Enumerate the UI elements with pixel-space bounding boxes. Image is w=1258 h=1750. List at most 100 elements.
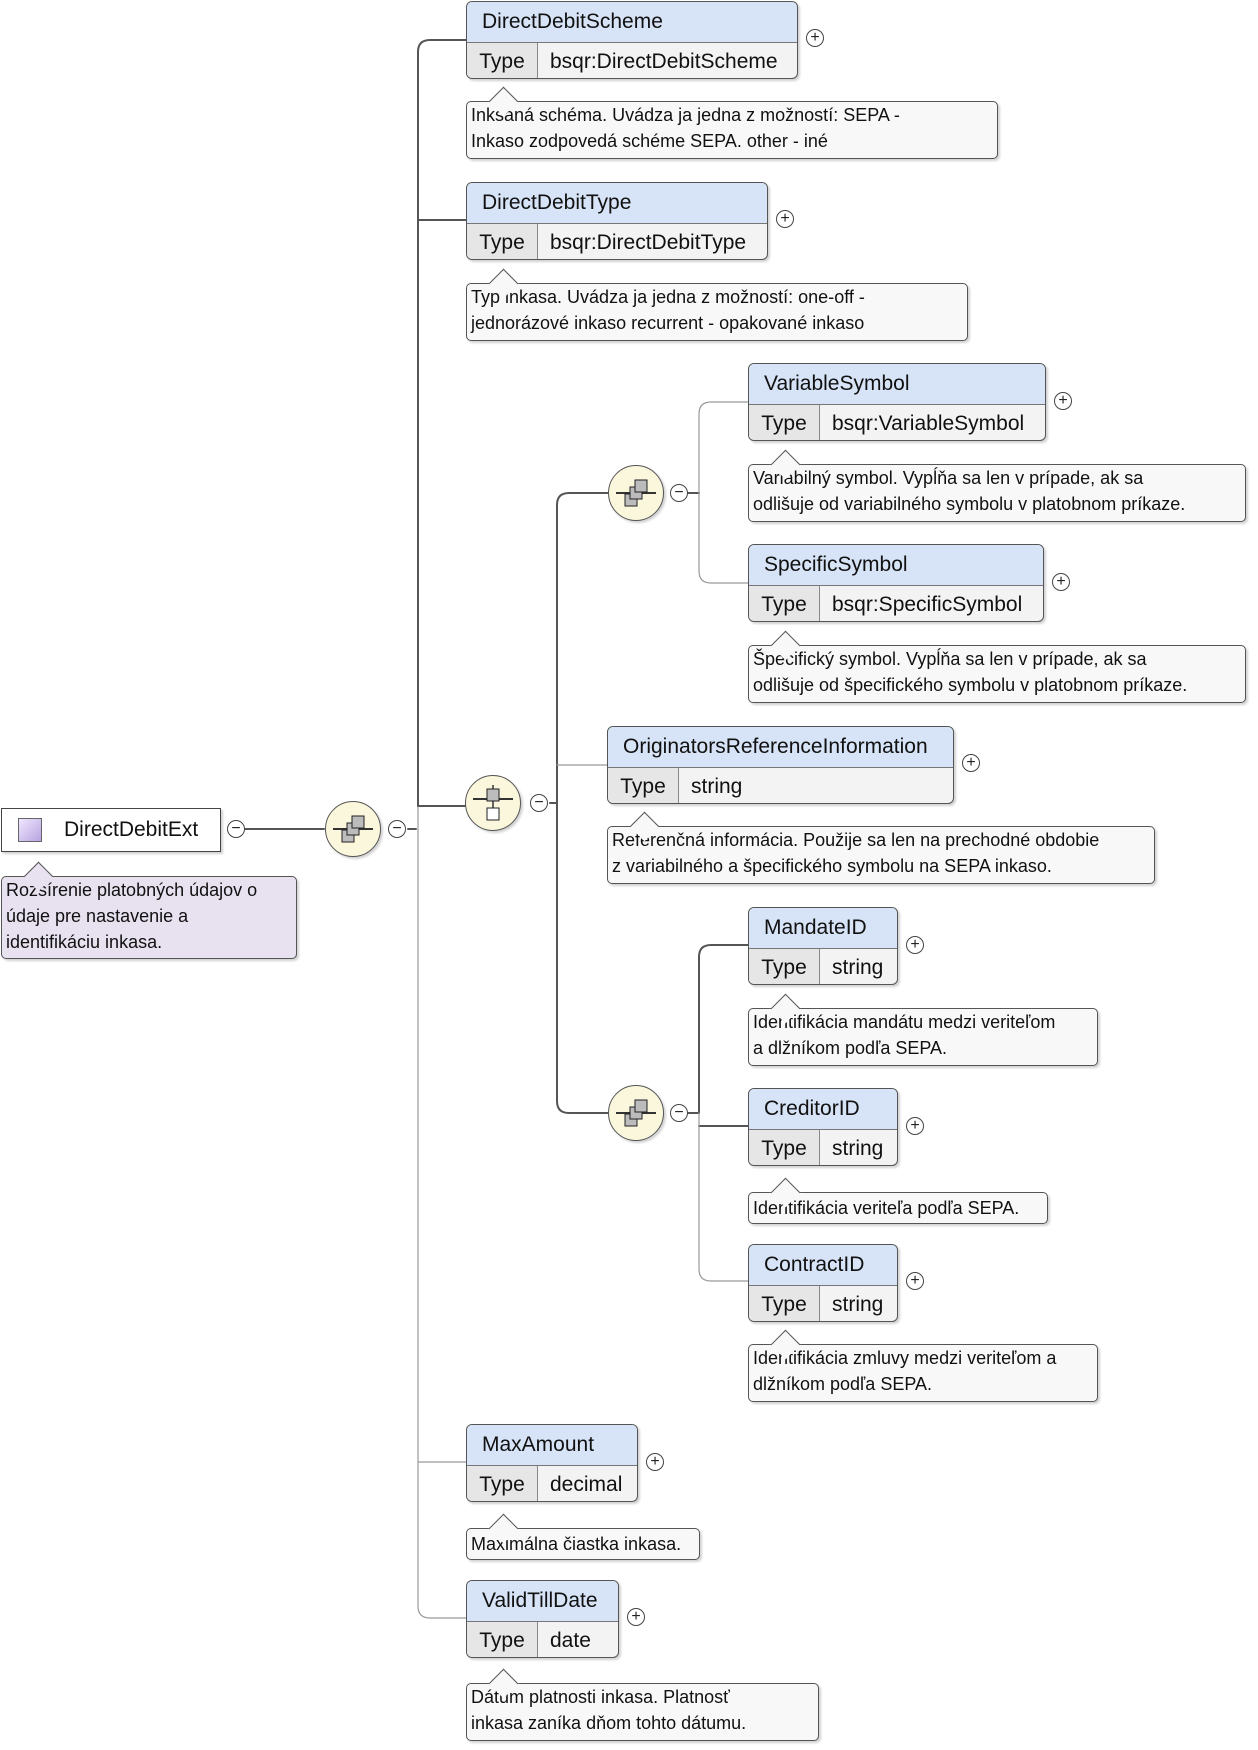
type-row: Type bsqr:DirectDebitType: [467, 224, 767, 259]
type-label: Type: [467, 1466, 538, 1501]
type-row: Type string: [608, 768, 953, 803]
sequence-icon: [616, 1099, 656, 1127]
expand-toggle-mandateid[interactable]: +: [906, 936, 924, 954]
element-validtilldate[interactable]: ValidTillDate Type date: [466, 1580, 619, 1658]
element-variablesymbol[interactable]: VariableSymbol Type bsqr:VariableSymbol: [748, 363, 1046, 441]
element-name: CreditorID: [749, 1089, 897, 1130]
element-name: MaxAmount: [467, 1425, 637, 1466]
type-label: Type: [749, 586, 820, 621]
element-name: DirectDebitType: [467, 183, 767, 224]
expand-toggle-validtilldate[interactable]: +: [627, 1608, 645, 1626]
sequence-icon: [333, 815, 373, 843]
annotation-line: jednorázové inkaso recurrent - opakované…: [471, 313, 865, 333]
collapse-toggle-sequence-sepa[interactable]: −: [670, 1104, 688, 1122]
element-name: SpecificSymbol: [749, 545, 1043, 586]
type-value: string: [691, 775, 743, 798]
element-name: OriginatorsReferenceInformation: [608, 727, 953, 768]
type-value: date: [550, 1629, 591, 1652]
collapse-toggle-choice[interactable]: −: [530, 794, 548, 812]
annotation-line: Inkaso zodpovedá schéme SEPA. other - in…: [471, 131, 828, 151]
type-row: Type bsqr:SpecificSymbol: [749, 586, 1043, 621]
annotation-directdebitscheme: Inksaná schéma. Uvádza ja jedna z možnos…: [466, 86, 998, 159]
annotation-line: Dátum platnosti inkasa. Platnosť: [471, 1687, 730, 1707]
type-label: Type: [749, 949, 820, 984]
expand-toggle-creditorid[interactable]: +: [906, 1117, 924, 1135]
sequence-compositor-sepa[interactable]: [608, 1085, 664, 1141]
type-value: bsqr:DirectDebitType: [550, 231, 747, 254]
annotation-line: Variabilný symbol. Vypĺňa sa len v prípa…: [753, 468, 1144, 488]
type-label: Type: [749, 1286, 820, 1321]
element-directdebittype[interactable]: DirectDebitType Type bsqr:DirectDebitType: [466, 182, 768, 260]
type-value: string: [832, 956, 884, 979]
type-row: Type date: [467, 1622, 618, 1657]
annotation-line: Inksaná schéma. Uvádza ja jedna z možnos…: [471, 105, 900, 125]
root-element-name: DirectDebitExt: [64, 818, 199, 841]
expand-toggle-directdebittype[interactable]: +: [776, 210, 794, 228]
annotation-specificsymbol: Špecifický symbol. Vypĺňa sa len v prípa…: [748, 630, 1246, 703]
element-mandateid[interactable]: MandateID Type string: [748, 907, 898, 985]
type-label: Type: [749, 1130, 820, 1165]
annotation-line: Špecifický symbol. Vypĺňa sa len v prípa…: [753, 649, 1147, 669]
element-contractid[interactable]: ContractID Type string: [748, 1244, 898, 1322]
expand-toggle-originatorsreferenceinformation[interactable]: +: [962, 754, 980, 772]
element-specificsymbol[interactable]: SpecificSymbol Type bsqr:SpecificSymbol: [748, 544, 1044, 622]
choice-icon: [473, 785, 513, 821]
element-maxamount[interactable]: MaxAmount Type decimal: [466, 1424, 638, 1502]
root-annotation: Rozšírenie platobných údajov o údaje pre…: [1, 861, 297, 959]
sequence-compositor-symbols[interactable]: [608, 465, 664, 521]
annotation-line: Identifikácia veriteľa podľa SEPA.: [753, 1198, 1020, 1218]
annotation-contractid: Identifikácia zmluvy medzi veriteľom a d…: [748, 1329, 1098, 1402]
type-label: Type: [467, 224, 538, 259]
expand-toggle-variablesymbol[interactable]: +: [1054, 392, 1072, 410]
annotation-originatorsreferenceinformation: Referenčná informácia. Použije sa len na…: [607, 811, 1155, 884]
type-row: Type string: [749, 949, 897, 984]
element-name: DirectDebitScheme: [467, 2, 797, 43]
annotation-line: údaje pre nastavenie a: [6, 906, 189, 926]
element-directdebitscheme[interactable]: DirectDebitScheme Type bsqr:DirectDebitSc…: [466, 1, 798, 79]
type-value: bsqr:VariableSymbol: [832, 412, 1025, 435]
type-label: Type: [749, 405, 820, 440]
element-name: ContractID: [749, 1245, 897, 1286]
annotation-creditorid: Identifikácia veriteľa podľa SEPA.: [748, 1177, 1048, 1224]
expand-toggle-specificsymbol[interactable]: +: [1052, 573, 1070, 591]
type-value: decimal: [550, 1473, 623, 1496]
annotation-line: identifikáciu inkasa.: [6, 932, 163, 952]
type-row: Type bsqr:DirectDebitScheme: [467, 43, 797, 78]
annotation-line: Identifikácia mandátu medzi veriteľom: [753, 1012, 1056, 1032]
collapse-toggle-root[interactable]: −: [227, 820, 245, 838]
expand-toggle-directdebitscheme[interactable]: +: [806, 29, 824, 47]
type-value: string: [832, 1137, 884, 1160]
annotation-line: dlžníkom podľa SEPA.: [753, 1374, 933, 1394]
annotation-line: Referenčná informácia. Použije sa len na…: [612, 830, 1100, 850]
element-creditorid[interactable]: CreditorID Type string: [748, 1088, 898, 1166]
type-row: Type decimal: [467, 1466, 637, 1501]
type-value: bsqr:SpecificSymbol: [832, 593, 1023, 616]
annotation-variablesymbol: Variabilný symbol. Vypĺňa sa len v prípa…: [748, 449, 1246, 522]
root-element-directdebitext[interactable]: DirectDebitExt: [1, 808, 221, 852]
expand-toggle-contractid[interactable]: +: [906, 1272, 924, 1290]
annotation-validtilldate: Dátum platnosti inkasa. Platnosť inkasa …: [466, 1668, 819, 1741]
sequence-icon: [616, 479, 656, 507]
type-label: Type: [467, 1622, 538, 1657]
element-name: VariableSymbol: [749, 364, 1045, 405]
annotation-line: inkasa zaníka dňom tohto dátumu.: [471, 1713, 747, 1733]
annotation-directdebittype: Typ inkasa. Uvádza ja jedna z možností: …: [466, 268, 968, 341]
schema-diagram: DirectDebitExt − Rozšírenie platobných ú…: [0, 0, 1258, 1750]
type-value: bsqr:DirectDebitScheme: [550, 50, 778, 73]
element-originatorsreferenceinformation[interactable]: OriginatorsReferenceInformation Type stri…: [607, 726, 954, 804]
type-value: string: [832, 1293, 884, 1316]
element-name: ValidTillDate: [467, 1581, 618, 1622]
complex-element-icon: [18, 818, 42, 842]
annotation-maxamount: Maximálna čiastka inkasa.: [466, 1513, 700, 1560]
expand-toggle-maxamount[interactable]: +: [646, 1453, 664, 1471]
collapse-toggle-sequence-symbols[interactable]: −: [670, 484, 688, 502]
annotation-line: a dlžníkom podľa SEPA.: [753, 1038, 948, 1058]
choice-compositor[interactable]: [465, 775, 521, 831]
type-label: Type: [467, 43, 538, 78]
annotation-line: Typ inkasa. Uvádza ja jedna z možností: …: [471, 287, 865, 307]
annotation-line: Identifikácia zmluvy medzi veriteľom a: [753, 1348, 1057, 1368]
sequence-compositor[interactable]: [325, 801, 381, 857]
annotation-line: odlišuje od variabilného symbolu v plato…: [753, 494, 1186, 514]
collapse-toggle-sequence[interactable]: −: [388, 820, 406, 838]
annotation-line: odlišuje od špecifického symbolu v plato…: [753, 675, 1188, 695]
